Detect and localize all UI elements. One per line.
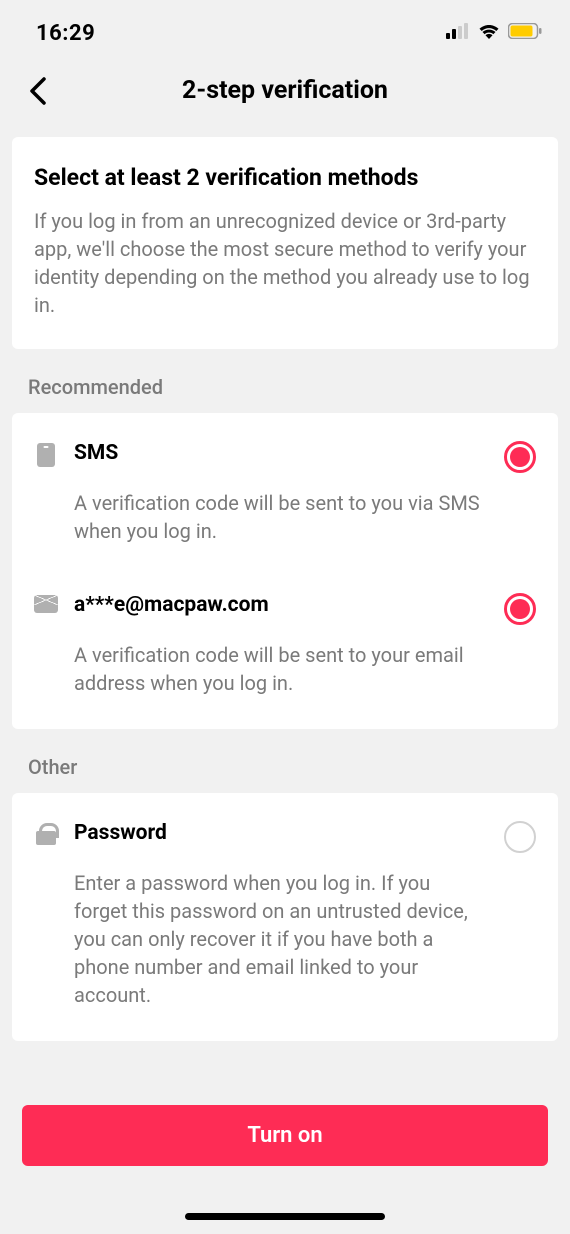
mail-icon xyxy=(34,595,58,613)
method-row-email[interactable]: a***e@macpaw.com A verification code wil… xyxy=(12,571,558,723)
back-button[interactable] xyxy=(20,73,56,109)
turn-on-button[interactable]: Turn on xyxy=(22,1105,548,1166)
intro-title: Select at least 2 verification methods xyxy=(34,163,536,193)
radio-email[interactable] xyxy=(504,593,536,625)
status-icons xyxy=(446,23,542,43)
section-header-other: Other xyxy=(0,729,570,793)
chevron-left-icon xyxy=(29,77,47,105)
section-header-recommended: Recommended xyxy=(0,349,570,413)
phone-icon xyxy=(34,443,58,467)
recommended-methods-card: SMS A verification code will be sent to … xyxy=(12,413,558,729)
method-title: a***e@macpaw.com xyxy=(74,593,488,617)
method-title: Password xyxy=(74,821,488,845)
home-indicator[interactable] xyxy=(185,1213,385,1220)
method-description: A verification code will be sent to you … xyxy=(74,489,488,559)
page-title: 2-step verification xyxy=(20,76,550,105)
radio-password[interactable] xyxy=(504,821,536,853)
intro-description: If you log in from an unrecognized devic… xyxy=(34,207,536,319)
method-description: A verification code will be sent to your… xyxy=(74,641,488,711)
lock-icon xyxy=(34,823,58,845)
method-title: SMS xyxy=(74,441,488,465)
battery-icon xyxy=(508,23,542,43)
radio-sms[interactable] xyxy=(504,441,536,473)
cellular-icon xyxy=(446,23,470,43)
method-row-sms[interactable]: SMS A verification code will be sent to … xyxy=(12,419,558,571)
header: 2-step verification xyxy=(0,58,570,129)
status-time: 16:29 xyxy=(36,21,95,46)
method-row-password[interactable]: Password Enter a password when you log i… xyxy=(12,799,558,1035)
method-description: Enter a password when you log in. If you… xyxy=(74,869,488,1023)
wifi-icon xyxy=(478,23,500,43)
intro-card: Select at least 2 verification methods I… xyxy=(12,137,558,349)
status-bar: 16:29 xyxy=(0,0,570,58)
other-methods-card: Password Enter a password when you log i… xyxy=(12,793,558,1041)
